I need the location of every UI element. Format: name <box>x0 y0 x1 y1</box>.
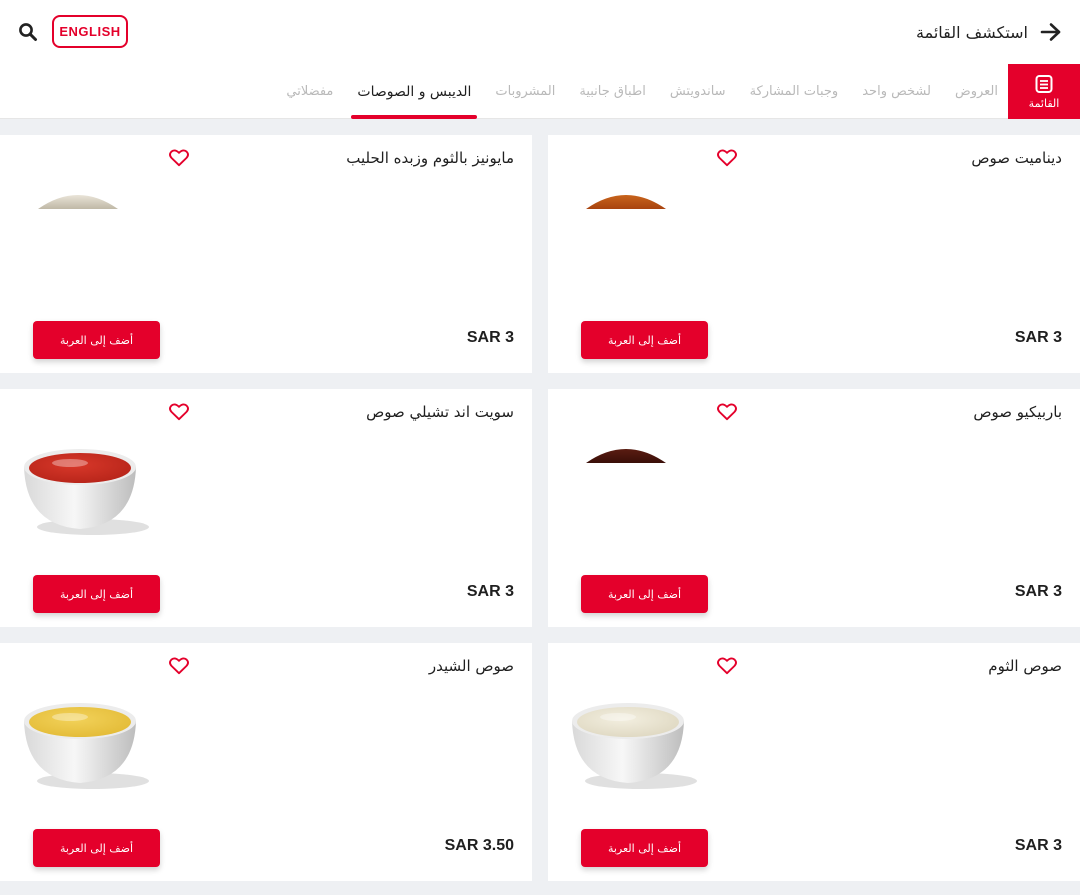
tab-sandwich[interactable]: ساندويتش <box>670 64 726 119</box>
product-image <box>18 687 158 797</box>
heart-outline-icon <box>717 149 737 167</box>
product-price: SAR 3.50 <box>444 837 514 854</box>
product-name: مايونيز بالثوم وزبده الحليب <box>346 149 514 167</box>
product-name: باربيكيو صوص <box>973 403 1062 421</box>
tab-dips-sauces[interactable]: الديبس و الصوصات <box>351 64 478 119</box>
search-icon <box>19 23 37 41</box>
heart-outline-icon <box>169 149 189 167</box>
add-to-cart-button[interactable]: أضف إلى العربة <box>33 321 160 359</box>
tab-favorites[interactable]: مفضلاتي <box>286 64 333 119</box>
category-tab-bar: القائمة العروض لشخص واحد وجبات المشاركة سان… <box>0 64 1080 119</box>
product-card-dynamite-sauce[interactable]: ديناميت صوص SAR 3 أضف إلى العربة <box>548 135 1080 373</box>
add-to-cart-button[interactable]: أضف إلى العربة <box>581 321 708 359</box>
tab-sharing-meals[interactable]: وجبات المشاركة <box>750 64 839 119</box>
product-price: SAR 3 <box>1014 329 1062 346</box>
product-card-garlic-mayo-buttermilk[interactable]: مايونيز بالثوم وزبده الحليب SAR 3 أضف إلى … <box>0 135 532 373</box>
product-price: SAR 3 <box>1014 583 1062 600</box>
product-card-cheddar-sauce[interactable]: صوص الشيدر SAR 3.50 أضف إلى العربة <box>0 643 532 881</box>
tab-single[interactable]: لشخص واحد <box>862 64 931 119</box>
explore-menu-link[interactable]: استكشف القائمة <box>916 18 1062 46</box>
heart-outline-icon <box>717 403 737 421</box>
product-image <box>18 179 158 289</box>
product-name: ديناميت صوص <box>971 149 1062 167</box>
add-to-cart-button[interactable]: أضف إلى العربة <box>581 575 708 613</box>
product-card-garlic-sauce[interactable]: صوص الثوم SAR 3 أضف إلى العربة <box>548 643 1080 881</box>
favorite-button[interactable] <box>716 401 738 423</box>
favorite-button[interactable] <box>168 401 190 423</box>
product-card-sweet-chili-sauce[interactable]: سويت اند تشيلي صوص SAR 3 أضف إلى العربة <box>0 389 532 627</box>
heart-outline-icon <box>169 657 189 675</box>
menu-list-icon <box>1035 74 1053 93</box>
top-bar: ENGLISH استكشف القائمة <box>0 0 1080 64</box>
product-price: SAR 3 <box>1014 837 1062 854</box>
category-tabs: العروض لشخص واحد وجبات المشاركة ساندويتش اطب… <box>286 64 998 119</box>
add-to-cart-button[interactable]: أضف إلى العربة <box>33 575 160 613</box>
tab-drinks[interactable]: المشروبات <box>495 64 555 119</box>
favorite-button[interactable] <box>716 147 738 169</box>
tab-side-dishes[interactable]: اطباق جانبية <box>579 64 646 119</box>
favorite-button[interactable] <box>168 655 190 677</box>
heart-outline-icon <box>717 657 737 675</box>
search-button[interactable] <box>14 18 42 46</box>
favorite-button[interactable] <box>168 147 190 169</box>
menu-tile-button[interactable]: القائمة <box>1008 64 1080 119</box>
heart-outline-icon <box>169 403 189 421</box>
add-to-cart-button[interactable]: أضف إلى العربة <box>33 829 160 867</box>
tab-offers[interactable]: العروض <box>955 64 998 119</box>
add-to-cart-button[interactable]: أضف إلى العربة <box>581 829 708 867</box>
arrow-right-icon <box>1040 23 1061 41</box>
product-name: صوص الشيدر <box>428 657 514 675</box>
product-price: SAR 3 <box>466 329 514 346</box>
product-image <box>566 179 706 289</box>
product-image <box>566 687 706 797</box>
product-image <box>18 433 158 543</box>
product-name: صوص الثوم <box>988 657 1062 675</box>
menu-tile-label: القائمة <box>1028 96 1060 110</box>
product-name: سويت اند تشيلي صوص <box>366 403 514 421</box>
language-toggle-button[interactable]: ENGLISH <box>52 15 128 48</box>
explore-menu-label: استكشف القائمة <box>915 22 1028 42</box>
product-price: SAR 3 <box>466 583 514 600</box>
product-image <box>566 433 706 543</box>
product-card-bbq-sauce[interactable]: باربيكيو صوص SAR 3 أضف إلى العربة <box>548 389 1080 627</box>
favorite-button[interactable] <box>716 655 738 677</box>
